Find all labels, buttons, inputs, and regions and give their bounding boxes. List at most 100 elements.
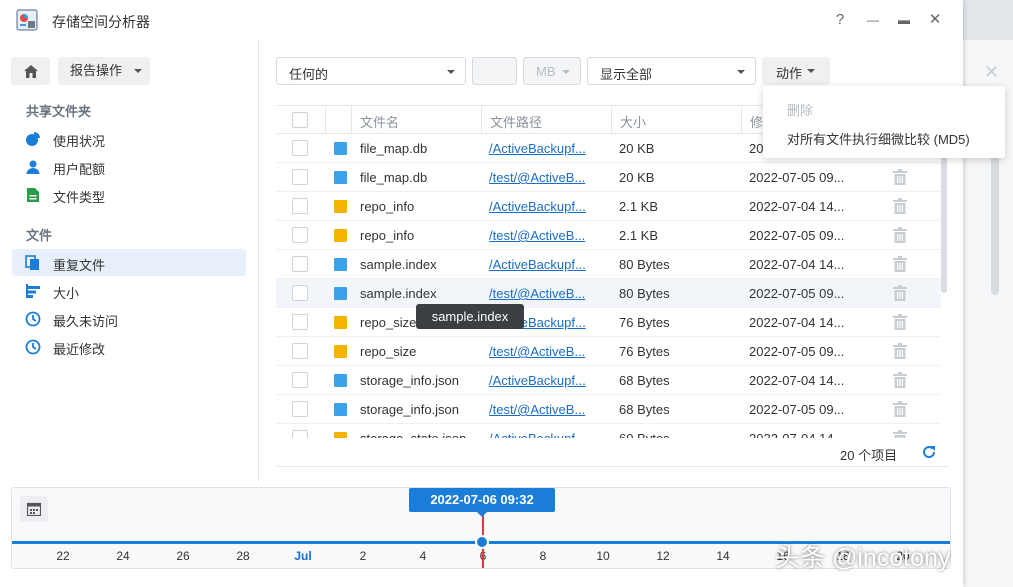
row-checkbox[interactable]: [292, 372, 308, 388]
sidebar-item-user-quota[interactable]: 用户配额: [12, 153, 246, 180]
file-modified-time: 2022-07-05 09...: [749, 170, 845, 185]
close-button[interactable]: ✕: [925, 10, 945, 30]
table-row[interactable]: storage_info.json/ActiveBackupf... 68 Byt…: [276, 366, 941, 395]
storage-analyzer-app-icon: [16, 9, 38, 31]
file-icon: [334, 374, 347, 387]
pie-chart-icon: [26, 132, 40, 146]
row-checkbox[interactable]: [292, 314, 308, 330]
chevron-down-icon: [737, 70, 745, 74]
trash-icon[interactable]: [893, 430, 907, 438]
file-path-link[interactable]: /test/@ActiveB...: [489, 228, 607, 243]
timeline-tick-label: 24: [116, 549, 130, 563]
row-checkbox[interactable]: [292, 401, 308, 417]
trash-icon[interactable]: [893, 256, 907, 272]
section-shared-folders: 共享文件夹: [26, 104, 92, 119]
sidebar-item-duplicate-files[interactable]: 重复文件: [12, 249, 246, 276]
column-header-size[interactable]: 大小: [620, 112, 646, 131]
row-checkbox[interactable]: [292, 227, 308, 243]
row-checkbox[interactable]: [292, 198, 308, 214]
table-row[interactable]: storage_state.json/ActiveBackupf... 60 By…: [276, 424, 941, 438]
watermark-text: 头条 @incotony: [775, 544, 951, 572]
timeline-handle[interactable]: [475, 535, 489, 549]
row-checkbox[interactable]: [292, 140, 308, 156]
minimize-button[interactable]: —: [863, 10, 883, 30]
timeline-tick-label: 2: [359, 549, 367, 563]
sidebar-item-label: 重复文件: [53, 258, 106, 273]
table-row[interactable]: repo_info/test/@ActiveB... 2.1 KB 2022-07-…: [276, 221, 941, 250]
sidebar-item-label: 使用状况: [53, 134, 106, 149]
row-checkbox[interactable]: [292, 430, 308, 438]
sidebar-item-usage[interactable]: 使用状况: [12, 125, 246, 152]
home-button[interactable]: [11, 57, 50, 85]
file-size: 20 KB: [619, 141, 655, 156]
file-name: sample.index: [360, 286, 437, 301]
action-menu: 删除 对所有文件执行细微比较 (MD5): [763, 86, 1005, 158]
file-path-link[interactable]: /test/@ActiveB...: [489, 286, 607, 301]
row-checkbox[interactable]: [292, 256, 308, 272]
row-checkbox[interactable]: [292, 343, 308, 359]
table-row[interactable]: repo_info/ActiveBackupf... 2.1 KB 2022-07-…: [276, 192, 941, 221]
table-scrollbar[interactable]: [941, 135, 947, 293]
calendar-button[interactable]: [20, 496, 48, 522]
sidebar-item-least-accessed[interactable]: 最久未访问: [12, 305, 246, 332]
file-path-link[interactable]: /test/@ActiveB...: [489, 344, 607, 359]
timeline-tick-label: 26: [176, 549, 190, 563]
trash-icon[interactable]: [893, 372, 907, 388]
file-path-link[interactable]: /ActiveBackupf...: [489, 199, 607, 214]
window-title: 存储空间分析器: [52, 14, 150, 30]
show-filter-select[interactable]: 显示全部: [587, 57, 756, 85]
time-filter-select[interactable]: 任何的: [276, 57, 466, 85]
menu-item-delete[interactable]: 删除: [787, 100, 813, 119]
file-icon: [334, 171, 347, 184]
trash-icon[interactable]: [893, 314, 907, 330]
table-row[interactable]: sample.index/ActiveBackupf... 80 Bytes 202…: [276, 250, 941, 279]
file-size: 76 Bytes: [619, 344, 670, 359]
timeline-badge-pointer: [477, 512, 487, 517]
file-path-link[interactable]: /test/@ActiveB...: [489, 402, 607, 417]
sidebar-item-size[interactable]: 大小: [12, 277, 246, 304]
home-icon: [24, 65, 38, 78]
file-path-link[interactable]: /ActiveBackupf...: [489, 141, 607, 156]
trash-icon[interactable]: [893, 227, 907, 243]
table-row[interactable]: repo_size/test/@ActiveB... 76 Bytes 2022-0…: [276, 337, 941, 366]
action-button[interactable]: 动作: [762, 57, 830, 85]
menu-item-md5-compare[interactable]: 对所有文件执行细微比较 (MD5): [787, 129, 970, 148]
row-checkbox[interactable]: [292, 285, 308, 301]
sidebar-item-file-types[interactable]: 文件类型: [12, 181, 246, 208]
size-input[interactable]: [472, 57, 517, 85]
filename-tooltip: sample.index: [416, 304, 524, 329]
chevron-down-icon: [562, 70, 570, 74]
trash-icon[interactable]: [893, 198, 907, 214]
unit-select[interactable]: MB: [523, 57, 581, 85]
file-name: storage_info.json: [360, 402, 460, 417]
trash-icon[interactable]: [893, 285, 907, 301]
file-path-link[interactable]: /ActiveBackupf...: [489, 373, 607, 388]
file-path-link[interactable]: /ActiveBackupf...: [489, 431, 607, 438]
column-header-name[interactable]: 文件名: [360, 112, 399, 131]
refresh-icon[interactable]: [921, 444, 937, 460]
trash-icon[interactable]: [893, 169, 907, 185]
sidebar-item-recently-modified[interactable]: 最近修改: [12, 333, 246, 360]
file-modified-time: 2022-07-05 09...: [749, 344, 845, 359]
column-header-path[interactable]: 文件路径: [490, 112, 542, 131]
file-icon: [334, 142, 347, 155]
action-button-label: 动作: [776, 66, 803, 81]
report-actions-button[interactable]: 报告操作: [58, 57, 150, 85]
maximize-button[interactable]: ▬: [894, 10, 914, 30]
table-row[interactable]: sample.index/test/@ActiveB... 80 Bytes 202…: [276, 279, 941, 308]
table-row[interactable]: storage_info.json/test/@ActiveB... 68 Byt…: [276, 395, 941, 424]
select-all-checkbox[interactable]: [292, 112, 308, 128]
help-button[interactable]: ?: [830, 10, 850, 30]
chevron-down-icon: [807, 69, 815, 73]
file-path-link[interactable]: /test/@ActiveB...: [489, 170, 607, 185]
file-size: 80 Bytes: [619, 286, 670, 301]
timeline-tick-label: 12: [656, 549, 670, 563]
trash-icon[interactable]: [893, 401, 907, 417]
file-path-link[interactable]: /ActiveBackupf...: [489, 257, 607, 272]
table-row[interactable]: file_map.db/test/@ActiveB... 20 KB 2022-07…: [276, 163, 941, 192]
trash-icon[interactable]: [893, 343, 907, 359]
row-checkbox[interactable]: [292, 169, 308, 185]
sidebar-item-label: 文件类型: [53, 190, 106, 205]
table-row[interactable]: repo_size/ActiveBackupf... 76 Bytes 2022-0…: [276, 308, 941, 337]
file-modified-time: 2022-07-04 14...: [749, 373, 845, 388]
